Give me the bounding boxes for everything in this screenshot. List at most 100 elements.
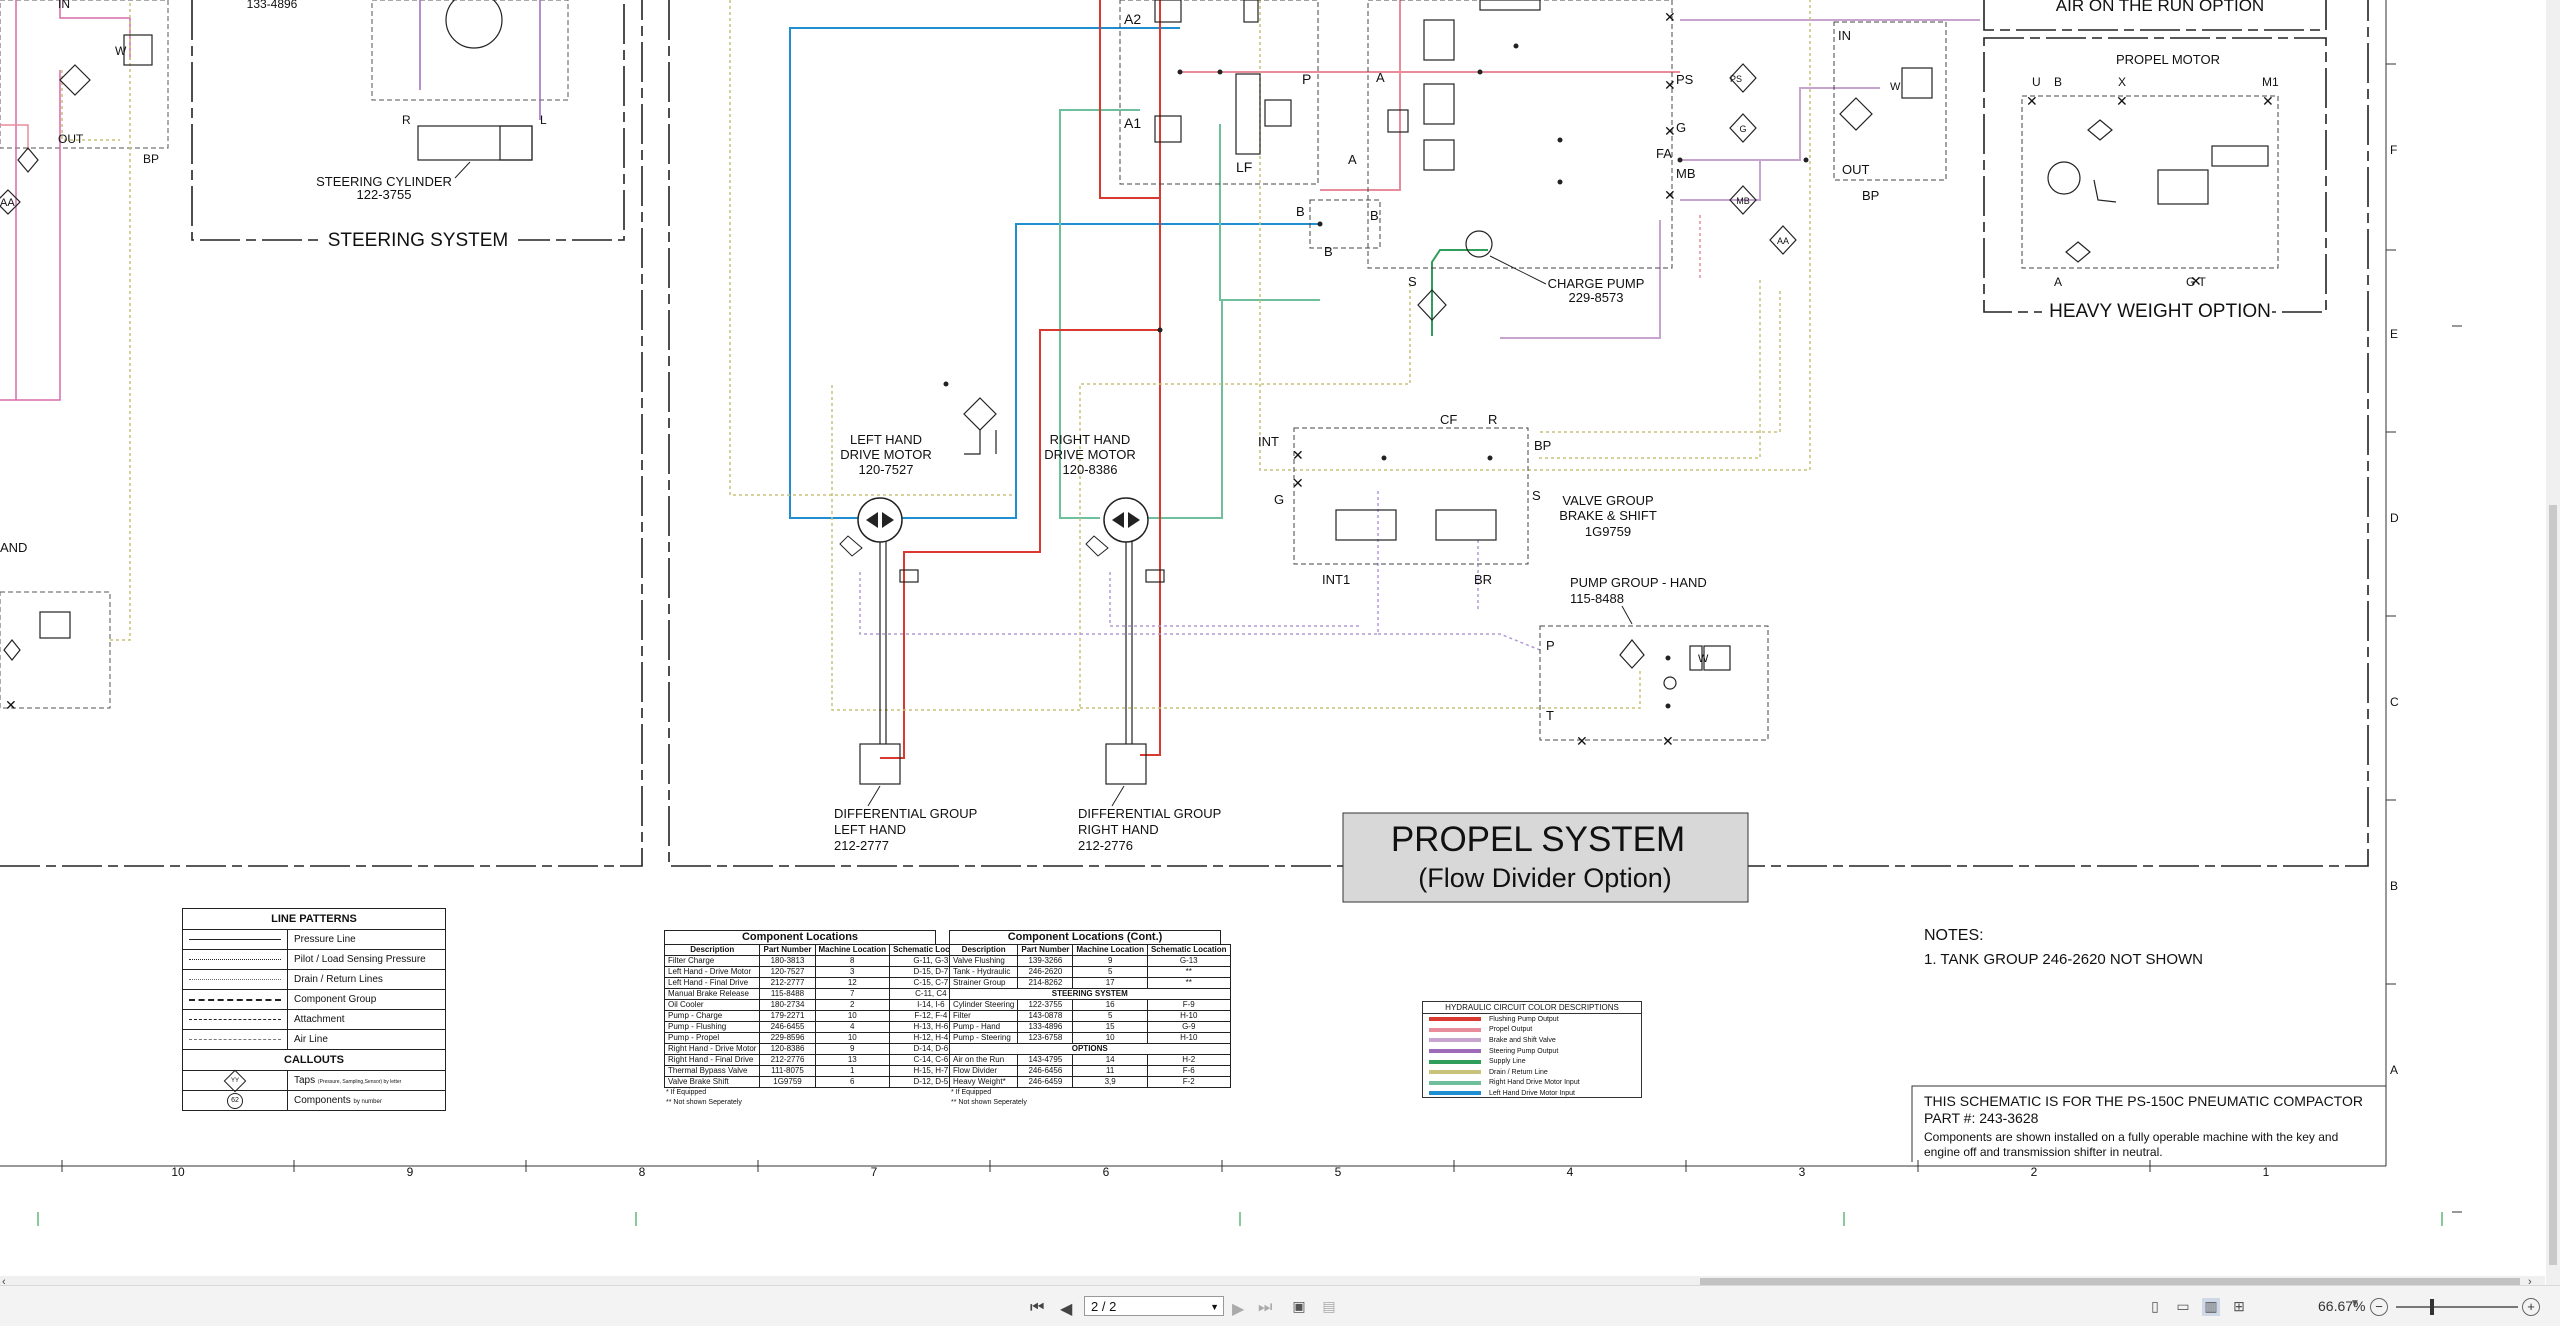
table-cell: 229-8596 xyxy=(759,1032,816,1044)
col-header: Machine Location xyxy=(1072,944,1148,956)
table-row: Right Hand - Final Drive 212-2776 13 C-14, … xyxy=(663,1054,973,1066)
table-row: Heavy Weight* 246-6459 3,9 F-2 xyxy=(948,1076,1231,1088)
zoom-slider[interactable] xyxy=(2396,1299,2518,1315)
table-cell: G-9 xyxy=(1146,1021,1231,1033)
table-cell: 180-2734 xyxy=(759,999,816,1011)
table-cell: H-2 xyxy=(1146,1054,1231,1066)
table-cell: 15 xyxy=(1072,1021,1148,1033)
svg-text:✕: ✕ xyxy=(2116,93,2128,109)
table-cell: G-13 xyxy=(1146,955,1231,967)
label-diff-lh-1: DIFFERENTIAL GROUP xyxy=(834,806,977,821)
svg-text:MB: MB xyxy=(1736,196,1750,206)
table-cell: 16 xyxy=(1072,999,1148,1011)
table-row: Pump - Steering 123-6758 10 H-10 xyxy=(948,1032,1231,1044)
line-patterns-title: LINE PATTERNS xyxy=(183,909,445,930)
table-cell: Cylinder Steering xyxy=(948,999,1019,1011)
two-page-continuous-icon[interactable]: ⊞ xyxy=(2230,1298,2248,1316)
table-row: Cylinder Steering 122-3755 16 F-9 xyxy=(948,999,1231,1011)
next-page-icon[interactable]: ▶ xyxy=(1232,1299,1244,1319)
single-page-view-icon[interactable]: ▯ xyxy=(2146,1298,2164,1316)
callouts-title: CALLOUTS xyxy=(183,1050,445,1071)
label-w-left: W xyxy=(115,44,127,58)
margin-letter-c: C xyxy=(2390,695,2399,709)
table-cell: Flow Divider xyxy=(948,1065,1019,1077)
title-sub: (Flow Divider Option) xyxy=(1418,863,1672,893)
label-bp-left: BP xyxy=(143,152,159,166)
color-label: Left Hand Drive Motor Input xyxy=(1489,1089,1575,1097)
component-locations-cont-title: Component Locations (Cont.) xyxy=(949,930,1221,944)
pattern-label: Component Group xyxy=(294,994,377,1005)
label-p: P xyxy=(1302,71,1311,87)
last-page-icon[interactable]: ⏭ xyxy=(1258,1299,1272,1317)
table-cell: 14 xyxy=(1072,1054,1148,1066)
margin-letter-d: D xyxy=(2390,511,2399,525)
color-label: Flushing Pump Output xyxy=(1489,1015,1559,1023)
table-cell: 17 xyxy=(1072,977,1148,989)
vertical-scroll-thumb[interactable] xyxy=(2549,505,2557,1265)
table-row: Flow Divider 246-6456 11 F-6 xyxy=(948,1065,1231,1077)
taps-label: Taps xyxy=(294,1075,316,1086)
table-cell: 246-6459 xyxy=(1017,1076,1074,1088)
ruler-num-2: 2 xyxy=(2031,1165,2038,1179)
vertical-scrollbar[interactable] xyxy=(2546,0,2560,1285)
zoom-out-icon[interactable]: − xyxy=(2370,1298,2388,1316)
table-cell: Air on the Run xyxy=(948,1054,1019,1066)
margin-letter-b: B xyxy=(2390,879,2398,893)
chevron-down-icon[interactable]: ▼ xyxy=(1210,1297,1219,1317)
table-cell: 6 xyxy=(814,1076,891,1088)
fit-width-icon[interactable]: ▤ xyxy=(1320,1298,1338,1316)
first-page-icon[interactable]: ⏮ xyxy=(1030,1299,1044,1317)
table-footnote: * If Equipped xyxy=(951,1089,992,1096)
page-number-value: 2 / 2 xyxy=(1091,1299,1117,1314)
label-r-steer: R xyxy=(402,113,411,127)
component-locations-table: Component Locations Description Part Num… xyxy=(663,930,973,1108)
table-row: Left Hand - Drive Motor 120-7527 3 D-15, D-… xyxy=(663,966,973,978)
label-a-lower: A xyxy=(1348,152,1357,167)
zoom-slider-knob[interactable] xyxy=(2430,1299,2434,1315)
table-cell: 246-6456 xyxy=(1017,1065,1074,1077)
components-label: Components xyxy=(294,1095,351,1106)
table-cell: 139-3266 xyxy=(1017,955,1074,967)
col-header: Description xyxy=(663,944,761,956)
label-u: U xyxy=(2032,75,2041,89)
pattern-label: Drain / Return Lines xyxy=(294,974,383,985)
color-row: Right Hand Drive Motor Input xyxy=(1423,1078,1641,1089)
table-row: Pump - Hand 133-4896 15 G-9 xyxy=(948,1021,1231,1033)
tap-callout-icon: YY xyxy=(223,1069,247,1092)
label-fa: FA xyxy=(1656,146,1672,161)
notes-heading: NOTES: xyxy=(1924,927,1984,944)
continuous-view-icon[interactable]: ▭ xyxy=(2174,1298,2192,1316)
table-cell: 143-0878 xyxy=(1017,1010,1074,1022)
table-footnote: ** Not shown Seperately xyxy=(666,1099,742,1106)
table-row: Pump - Propel 229-8596 10 H-12, H-4 xyxy=(663,1032,973,1044)
steering-section-title: STEERING SYSTEM xyxy=(328,230,509,251)
table-footnote: ** Not shown Seperately xyxy=(951,1099,1027,1106)
table-cell: 246-2620 xyxy=(1017,966,1074,978)
table-cell: F-9 xyxy=(1146,999,1231,1011)
table-footnote: * If Equipped xyxy=(666,1089,707,1096)
label-m1: M1 xyxy=(2262,75,2279,89)
page-number-field[interactable]: 2 / 2 ▼ xyxy=(1084,1296,1224,1316)
table-row: Filter 143-0878 5 H-10 xyxy=(948,1010,1231,1022)
two-page-view-icon[interactable]: ▥ xyxy=(2202,1298,2220,1316)
label-rh-motor-pn: 120-8386 xyxy=(1063,462,1118,477)
previous-page-icon[interactable]: ◀ xyxy=(1060,1299,1072,1319)
label-rh-motor-2: DRIVE MOTOR xyxy=(1044,447,1136,462)
zoom-menu-chevron-icon[interactable]: ▼ xyxy=(2346,1298,2364,1316)
lh-drive-motor-symbol xyxy=(839,497,903,557)
table-cell: Manual Brake Release xyxy=(663,988,761,1000)
table-cell: Tank - Hydraulic xyxy=(948,966,1019,978)
svg-text:✕: ✕ xyxy=(1576,733,1588,749)
table-row: Strainer Group 214-8262 17 ** xyxy=(948,977,1231,989)
label-b2: B xyxy=(1370,208,1379,223)
table-row: Valve Flushing 139-3266 9 G-13 xyxy=(948,955,1231,967)
table-cell: Filter xyxy=(948,1010,1019,1022)
color-swatch xyxy=(1429,1049,1481,1054)
table-cell: 10 xyxy=(814,1032,891,1044)
notes-item-1: 1. TANK GROUP 246-2620 NOT SHOWN xyxy=(1924,951,2203,968)
label-br: BR xyxy=(1474,572,1492,587)
table-cell: Pump - Propel xyxy=(663,1032,761,1044)
zoom-in-icon[interactable]: + xyxy=(2522,1298,2540,1316)
fit-page-icon[interactable]: ▣ xyxy=(1290,1298,1308,1316)
components-note: by number xyxy=(353,1099,382,1105)
